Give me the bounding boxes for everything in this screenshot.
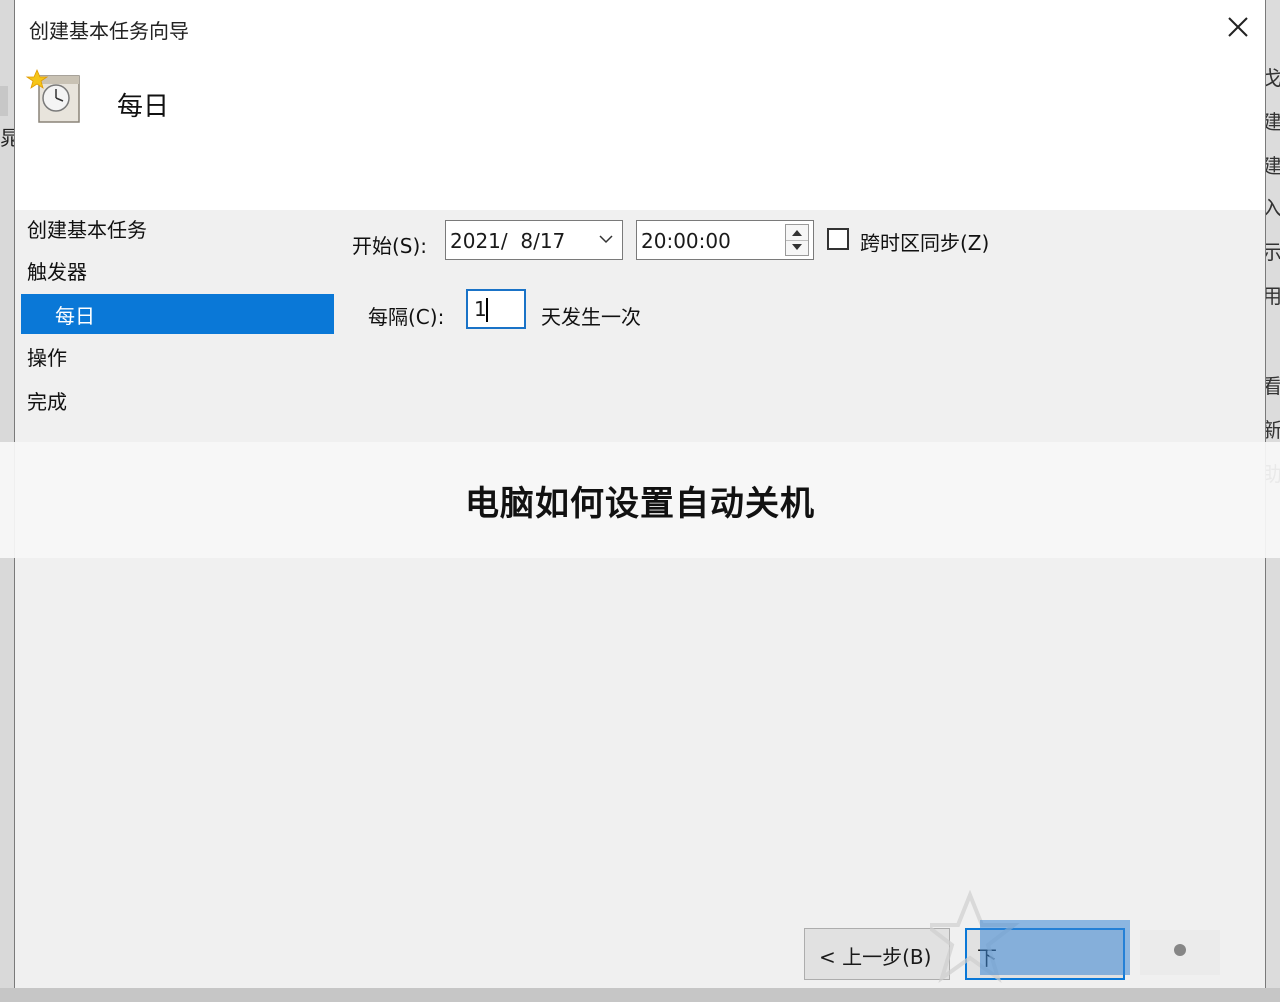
nav-step-create-task[interactable]: 创建基本任务 (27, 214, 147, 243)
background-window-bottom (0, 988, 1280, 1002)
caption-banner: 电脑如何设置自动关机 (0, 442, 1280, 558)
sync-timezone-label: 跨时区同步(Z) (860, 231, 990, 255)
spin-down-button[interactable] (786, 240, 808, 255)
time-spinner (785, 224, 809, 256)
nav-step-trigger[interactable]: 触发器 (27, 256, 87, 285)
spin-up-button[interactable] (786, 225, 808, 241)
caption-text: 电脑如何设置自动关机 (465, 484, 815, 524)
nav-step-finish[interactable]: 完成 (27, 386, 67, 415)
close-button[interactable] (1223, 12, 1253, 42)
back-button-label: < 上一步(B) (819, 945, 932, 969)
title-bar: 创建基本任务向导 (15, 0, 1265, 56)
back-button[interactable]: < 上一步(B) (804, 928, 950, 980)
text-caret (486, 298, 488, 322)
nav-step-label: 每日 (55, 304, 95, 328)
arrow-up-icon (792, 230, 802, 236)
close-icon (1228, 17, 1248, 37)
start-time-value: 20:00:00 (641, 229, 731, 253)
recur-suffix: 天发生一次 (541, 305, 641, 329)
start-label: 开始(S): (352, 234, 428, 258)
sync-timezone-checkbox[interactable] (827, 228, 849, 250)
background-toolbar-chip (0, 86, 8, 116)
start-date-picker[interactable]: 2021/ 8/17 (445, 220, 623, 260)
chevron-down-icon[interactable] (598, 231, 614, 247)
recur-days-value: 1 (474, 297, 487, 321)
watermark-logo (930, 890, 1220, 984)
nav-step-daily[interactable]: 每日 (21, 294, 334, 334)
recur-days-input[interactable]: 1 (466, 289, 526, 329)
nav-step-action[interactable]: 操作 (27, 342, 67, 371)
arrow-down-icon (792, 244, 802, 250)
start-date-value: 2021/ 8/17 (450, 229, 566, 253)
start-time-field[interactable]: 20:00:00 (636, 220, 814, 260)
recur-label: 每隔(C): (368, 305, 445, 329)
clock-schedule-icon (25, 68, 80, 123)
wizard-header: 每日 (15, 56, 1265, 210)
page-heading: 每日 (117, 92, 170, 122)
window-title: 创建基本任务向导 (29, 19, 189, 43)
